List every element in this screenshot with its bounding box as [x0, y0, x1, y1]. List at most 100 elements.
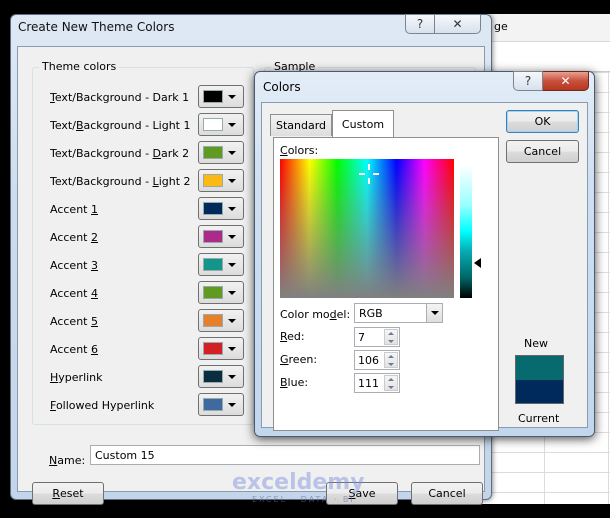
theme-color-row: Text/Background - Light 1 — [50, 113, 250, 139]
current-color-swatch — [516, 379, 563, 403]
color-swatch — [203, 202, 223, 215]
color-picker-button[interactable] — [198, 281, 244, 304]
color-picker-button[interactable] — [198, 365, 244, 388]
color-swatch — [203, 342, 223, 355]
theme-color-label: Accent 1 — [50, 203, 98, 216]
blue-spinner[interactable]: 111 — [354, 373, 400, 393]
chevron-down-icon — [228, 179, 236, 183]
color-picker-button[interactable] — [198, 309, 244, 332]
theme-color-label: Text/Background - Dark 2 — [50, 147, 190, 160]
theme-color-label: Text/Background - Light 2 — [50, 175, 191, 188]
red-label: Red: — [280, 330, 305, 343]
theme-color-row: Text/Background - Dark 1 — [50, 85, 250, 111]
tab-standard[interactable]: Standard — [270, 114, 332, 136]
color-swatch — [203, 370, 223, 383]
color-picker-button[interactable] — [198, 85, 244, 108]
help-button[interactable]: ? — [405, 14, 435, 34]
name-input[interactable]: Custom 15 — [90, 445, 480, 465]
theme-color-label: Accent 6 — [50, 343, 98, 356]
name-label: Name: — [49, 454, 86, 467]
color-spectrum-picker[interactable] — [280, 159, 454, 298]
ok-button[interactable]: OK — [506, 110, 579, 133]
color-model-select[interactable]: RGB — [354, 303, 443, 323]
color-picker-button[interactable] — [198, 197, 244, 220]
luminance-slider[interactable] — [460, 165, 472, 298]
caption-buttons: ? ✕ — [405, 14, 481, 34]
color-model-label: Color model: — [280, 308, 351, 321]
new-color-swatch — [516, 356, 563, 380]
cancel-button[interactable]: Cancel — [411, 482, 483, 505]
custom-tab-panel: Colors: Color model: RGB Red: 7 Green: 1… — [273, 137, 499, 431]
chevron-down-icon — [228, 291, 236, 295]
chevron-down-icon — [228, 403, 236, 407]
theme-color-row: Text/Background - Light 2 — [50, 169, 250, 195]
theme-color-row: Accent 6 — [50, 337, 250, 363]
colors-caption-buttons: ? ✕ — [513, 71, 589, 91]
colors-dialog-body: Standard Custom Colors: Color model: RGB… — [261, 102, 588, 431]
color-picker-button[interactable] — [198, 225, 244, 248]
colors-close-button[interactable]: ✕ — [543, 71, 589, 91]
theme-color-label: Accent 2 — [50, 231, 98, 244]
theme-color-row: Accent 2 — [50, 225, 250, 251]
ribbon-row: ge — [480, 14, 610, 42]
chevron-down-icon — [228, 347, 236, 351]
theme-color-row: Hyperlink — [50, 365, 250, 391]
colors-cancel-button[interactable]: Cancel — [506, 140, 579, 163]
chevron-down-icon — [228, 123, 236, 127]
colors-label: Colors: — [280, 144, 319, 157]
color-swatch — [203, 174, 223, 187]
theme-color-row: Accent 5 — [50, 309, 250, 335]
theme-color-label: Accent 5 — [50, 315, 98, 328]
luminance-arrow-icon[interactable] — [474, 258, 481, 268]
color-swatch — [203, 230, 223, 243]
theme-color-label: Hyperlink — [50, 371, 103, 384]
color-picker-button[interactable] — [198, 393, 244, 416]
spin-arrows-icon[interactable] — [384, 352, 398, 368]
theme-color-row: Followed Hyperlink — [50, 393, 250, 419]
theme-color-label: Text/Background - Dark 1 — [50, 91, 190, 104]
color-swatch — [203, 118, 223, 131]
color-picker-button[interactable] — [198, 141, 244, 164]
theme-color-row: Accent 1 — [50, 197, 250, 223]
colors-help-button[interactable]: ? — [513, 71, 543, 91]
color-preview — [515, 355, 564, 404]
close-button[interactable]: ✕ — [435, 14, 481, 34]
watermark-logo: exceldemy EXCEL · DATA · BI — [232, 470, 365, 504]
ribbon-partial-text: ge — [494, 20, 508, 33]
spin-arrows-icon[interactable] — [384, 329, 398, 345]
crosshair-icon[interactable] — [359, 164, 379, 184]
blue-value[interactable]: 111 — [358, 377, 379, 390]
close-icon: ✕ — [560, 74, 571, 88]
current-label: Current — [518, 412, 560, 425]
color-swatch — [203, 314, 223, 327]
chevron-down-icon — [228, 207, 236, 211]
theme-color-label: Followed Hyperlink — [50, 399, 155, 412]
color-picker-button[interactable] — [198, 253, 244, 276]
chevron-down-icon — [228, 95, 236, 99]
red-value[interactable]: 7 — [358, 331, 365, 344]
chevron-down-icon — [228, 263, 236, 267]
color-swatch — [203, 258, 223, 271]
formula-bar — [480, 42, 610, 72]
color-swatch — [203, 286, 223, 299]
chevron-down-icon — [228, 375, 236, 379]
help-icon: ? — [416, 17, 424, 31]
blue-label: Blue: — [280, 376, 309, 389]
reset-button[interactable]: Reset — [32, 482, 104, 505]
tab-custom[interactable]: Custom — [332, 110, 394, 137]
theme-color-label: Accent 3 — [50, 259, 98, 272]
colors-dialog: Colors ? ✕ Standard Custom Colors: Color… — [254, 71, 595, 437]
spin-arrows-icon[interactable] — [384, 375, 398, 391]
color-picker-button[interactable] — [198, 337, 244, 360]
color-swatch — [203, 398, 223, 411]
color-picker-button[interactable] — [198, 169, 244, 192]
color-swatch — [203, 90, 223, 103]
dialog-title: Create New Theme Colors — [18, 20, 175, 34]
red-spinner[interactable]: 7 — [354, 327, 400, 347]
chevron-down-icon[interactable] — [426, 304, 442, 322]
chevron-down-icon — [228, 235, 236, 239]
new-label: New — [524, 337, 548, 350]
color-picker-button[interactable] — [198, 113, 244, 136]
green-spinner[interactable]: 106 — [354, 350, 400, 370]
green-value[interactable]: 106 — [358, 354, 379, 367]
